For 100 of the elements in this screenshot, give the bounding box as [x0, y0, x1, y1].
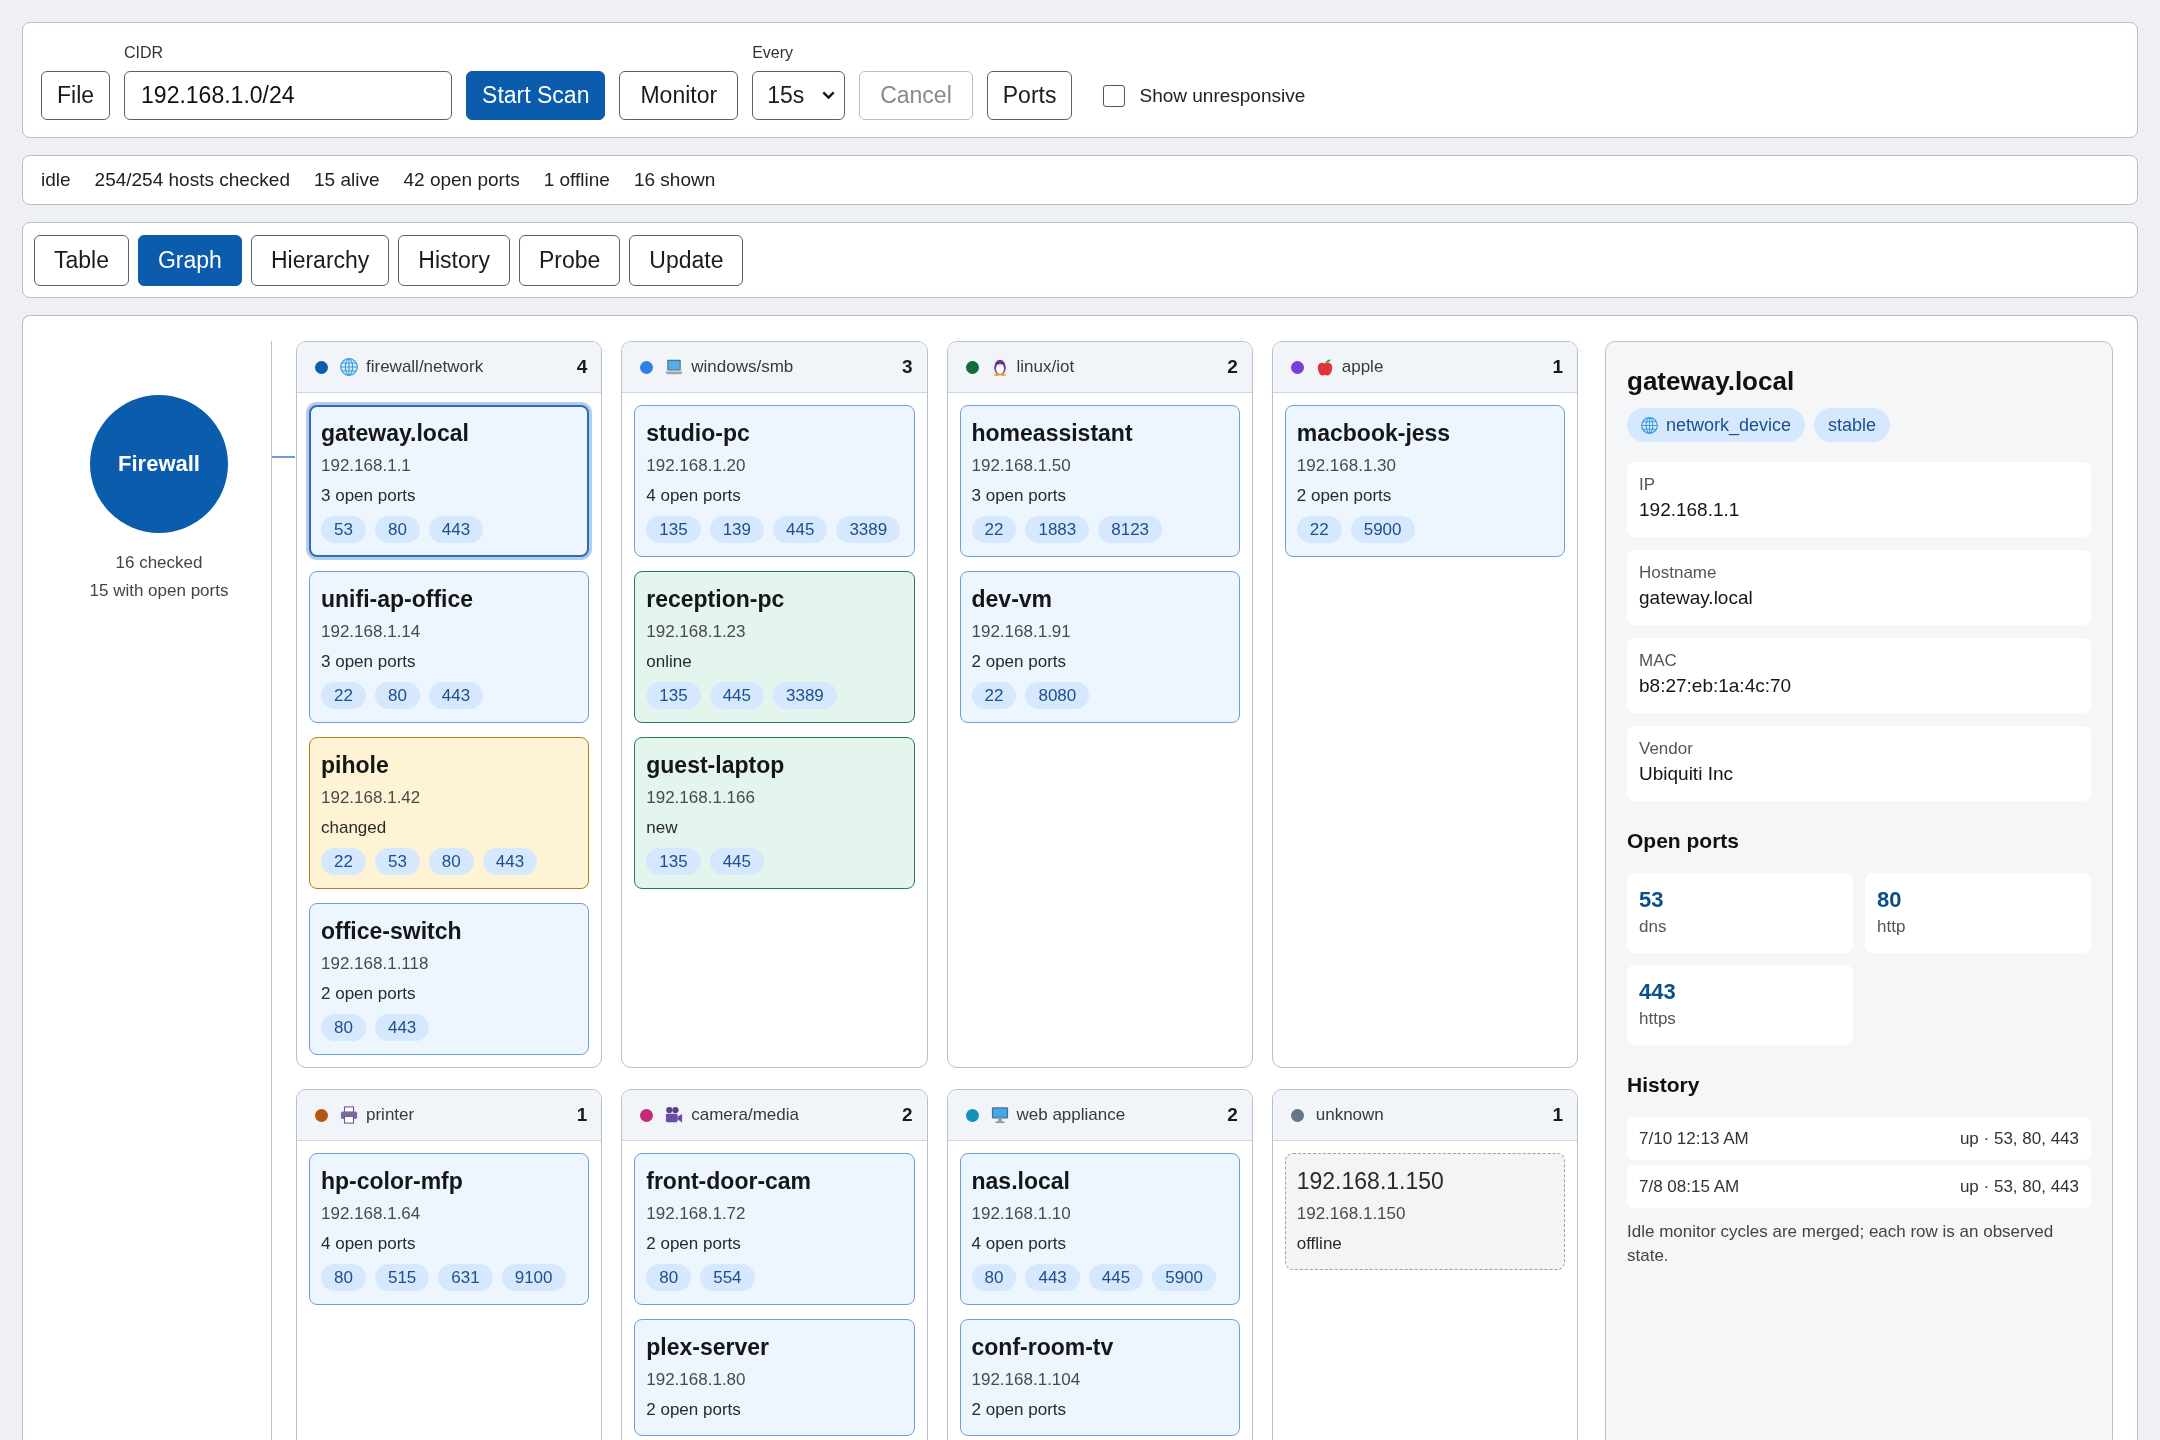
port-chip: 443	[428, 682, 484, 709]
port-chip: 135	[646, 682, 701, 709]
detail-label: MAC	[1639, 650, 1677, 672]
group-title: camera/media	[691, 1105, 799, 1125]
port-number: 443	[1639, 978, 1676, 1006]
port-service: https	[1639, 1008, 1676, 1030]
port-chip: 22	[971, 516, 1017, 543]
host-card[interactable]: office-switch 192.168.1.118 2 open ports 80 443	[309, 903, 590, 1055]
printer-icon	[340, 1106, 358, 1124]
checkbox-label[interactable]: Show unresponsive	[1139, 84, 1306, 107]
host-card[interactable]: nas.local 192.168.1.10 4 open ports 80 443 445 5900	[959, 1153, 1240, 1305]
host-card[interactable]: macbook-jess 192.168.1.30 2 open ports 22 5900	[1284, 405, 1565, 557]
port-chip: 5900	[1350, 516, 1415, 543]
globe-icon	[340, 358, 358, 376]
host-card[interactable]: plex-server 192.168.1.80 2 open ports	[634, 1319, 915, 1436]
port-chip: 80	[374, 516, 420, 543]
host-ip: 192.168.1.104	[971, 1369, 1081, 1391]
host-summary: 3 open ports	[321, 485, 416, 507]
host-summary: offline	[1296, 1233, 1342, 1255]
host-ip: 192.168.1.42	[321, 787, 421, 809]
port-chip: 9100	[501, 1264, 566, 1291]
port-chip: 80	[321, 1264, 366, 1291]
host-ip: 192.168.1.1	[321, 455, 411, 477]
cidr-input[interactable]: 192.168.1.0/24	[124, 71, 453, 120]
host-ip: 192.168.1.118	[321, 953, 429, 975]
root-node[interactable]: Firewall	[90, 395, 228, 533]
detail-label: IP	[1639, 474, 1656, 496]
host-card[interactable]: 192.168.1.150 192.168.1.150 offline	[1284, 1153, 1565, 1270]
port-chip: 135	[646, 848, 701, 875]
host-card[interactable]: conf-room-tv 192.168.1.104 2 open ports	[959, 1319, 1240, 1436]
host-name: pihole	[321, 751, 389, 779]
history-state: up · 53, 80, 443	[1959, 1128, 2079, 1149]
host-name: studio-pc	[646, 419, 750, 447]
status-text: 1 offline	[543, 169, 610, 191]
detail-value: gateway.local	[1639, 586, 1753, 610]
host-ip: 192.168.1.30	[1296, 455, 1396, 477]
checkbox[interactable]	[1103, 84, 1126, 107]
tag-label: stable	[1828, 414, 1877, 436]
host-name: dev-vm	[971, 585, 1053, 613]
host-card[interactable]: hp-color-mfp 192.168.1.64 4 open ports 80 515 631 9100	[309, 1153, 590, 1305]
group-count: 1	[1552, 356, 1563, 378]
tab[interactable]: Update	[629, 234, 744, 286]
port-chip: 135	[646, 516, 701, 543]
chevron-down-icon	[822, 91, 836, 100]
port-chip: 554	[700, 1264, 755, 1291]
port-chip: 139	[709, 516, 764, 543]
tab[interactable]: Probe	[518, 234, 621, 286]
start-scan-button[interactable]: Start Scan	[466, 71, 606, 120]
group-title: web appliance	[1016, 1105, 1126, 1125]
host-name: hp-color-mfp	[321, 1167, 463, 1195]
port-number: 53	[1639, 886, 1664, 914]
host-card[interactable]: homeassistant 192.168.1.50 3 open ports 22 1883 8123	[959, 405, 1240, 557]
monitor-icon	[990, 1106, 1009, 1124]
host-summary: 2 open ports	[1296, 485, 1392, 507]
host-card[interactable]: guest-laptop 192.168.1.166 new 135 445	[634, 737, 915, 889]
port-chip: 443	[1025, 1264, 1080, 1291]
host-name: 192.168.1.150	[1296, 1167, 1444, 1195]
host-ip: 192.168.1.14	[321, 621, 421, 643]
host-name: nas.local	[971, 1167, 1070, 1195]
host-summary: 2 open ports	[321, 983, 416, 1005]
apple-icon	[1315, 358, 1334, 376]
host-name: front-door-cam	[646, 1167, 812, 1195]
section-heading: Open ports	[1627, 828, 1739, 854]
host-card[interactable]: front-door-cam 192.168.1.72 2 open ports 80 554	[634, 1153, 915, 1305]
host-ip: 192.168.1.64	[321, 1203, 421, 1225]
host-summary: changed	[321, 817, 387, 839]
host-ip: 192.168.1.20	[646, 455, 746, 477]
host-card[interactable]: pihole 192.168.1.42 changed 22 53 80 443	[309, 737, 590, 889]
interval-select[interactable]: 15s	[752, 71, 846, 120]
tab[interactable]: Table	[34, 234, 129, 286]
section-heading: History	[1627, 1072, 1700, 1098]
host-summary: 4 open ports	[321, 1233, 416, 1255]
status-text: 15 alive	[314, 169, 380, 191]
port-chip: 80	[321, 1014, 366, 1041]
port-chip: 1883	[1025, 516, 1090, 543]
status-text: idle	[41, 169, 71, 191]
host-card[interactable]: dev-vm 192.168.1.91 2 open ports 22 8080	[959, 571, 1240, 723]
port-chip: 3389	[773, 682, 837, 709]
group-title: windows/smb	[691, 357, 794, 377]
host-name: guest-laptop	[646, 751, 785, 779]
root-stat: 15 with open ports	[89, 580, 229, 602]
file-button[interactable]: File	[41, 71, 111, 120]
tab[interactable]: History	[398, 234, 510, 286]
ports-button[interactable]: Ports	[986, 71, 1073, 120]
detail-title: gateway.local	[1627, 365, 1795, 398]
port-chip: 3389	[836, 516, 901, 543]
tag-label: network_device	[1666, 414, 1792, 436]
port-chip: 445	[773, 516, 828, 543]
host-card[interactable]: unifi-ap-office 192.168.1.14 3 open ports 22 80 443	[309, 571, 590, 723]
host-card[interactable]: studio-pc 192.168.1.20 4 open ports 135 139 445 3389	[634, 405, 915, 557]
monitor-button[interactable]: Monitor	[619, 71, 739, 120]
host-card[interactable]: gateway.local 192.168.1.1 3 open ports 53 80 443	[309, 405, 590, 557]
host-card[interactable]: reception-pc 192.168.1.23 online 135 445 3389	[634, 571, 915, 723]
port-chip: 80	[428, 848, 474, 875]
port-chip: 443	[428, 516, 484, 543]
port-chip: 631	[438, 1264, 493, 1291]
host-name: unifi-ap-office	[321, 585, 474, 613]
tab[interactable]: Hierarchy	[250, 234, 390, 286]
status-text: 16 shown	[633, 169, 716, 191]
tab[interactable]: Graph	[138, 234, 242, 286]
